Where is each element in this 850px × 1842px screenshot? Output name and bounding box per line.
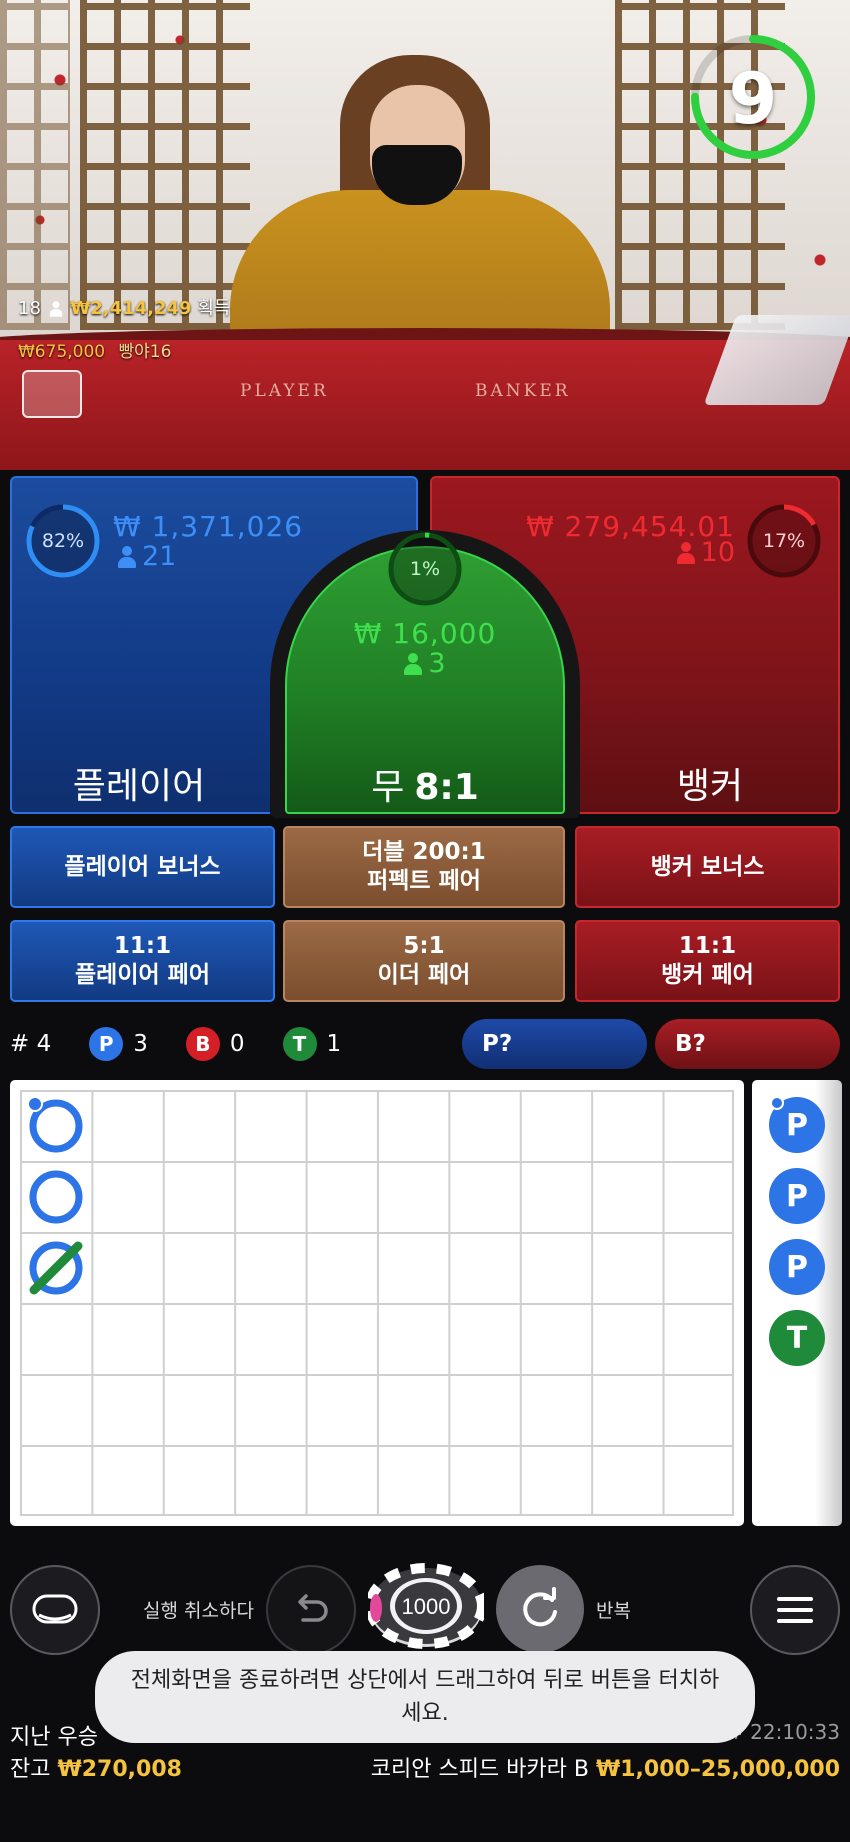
player-bettor-count: 21 (118, 541, 176, 572)
last-winner-ticker: 18 ₩2,414,249 획득 (18, 294, 230, 320)
countdown-number: 9 (728, 58, 778, 140)
winner-rank: 18 (18, 298, 41, 319)
road-player-mark (29, 1170, 83, 1224)
round-statistics: # 4 P 3 B 0 T 1 (10, 1022, 379, 1066)
repeat-label: 반복 (596, 1600, 631, 1622)
tie-total-amount: ₩ 16,000 (353, 617, 497, 650)
banker-bettor-count: 10 (600, 537, 735, 568)
game-screen: PLAYER BANKER 18 ₩2,414,249 획득 ₩675,000 … (0, 0, 850, 1842)
undo-label: 실행 취소하다 (143, 1600, 254, 1622)
tie-label: 무 8:1 (371, 767, 479, 808)
round-number: # 4 (10, 1031, 52, 1057)
bead-pair-dot (770, 1096, 784, 1110)
winner-amount: ₩2,414,249 (70, 298, 192, 319)
player-label: 플레이어 (72, 766, 206, 807)
player-win-count: 3 (133, 1031, 148, 1057)
player-total-amount: ₩ 1,371,026 (113, 510, 304, 543)
player-percent: 82% (41, 530, 85, 552)
last-winner-label: 지난 우승 (10, 1725, 98, 1750)
road-pair-dot (27, 1096, 43, 1112)
player-pair-bet[interactable]: 11:1 플레이어 페어 (10, 920, 275, 1002)
banker-win-count: 0 (229, 1031, 245, 1057)
balance-value: ₩270,008 (57, 1757, 182, 1782)
bead-road[interactable]: P P P T (752, 1080, 842, 1526)
balance-label: 잔고 (10, 1757, 51, 1782)
tie-win-count: 1 (326, 1031, 342, 1057)
winner-username: 빵야16 (118, 342, 172, 362)
game-name: 코리안 스피드 바카라 B (370, 1757, 589, 1782)
glass (22, 370, 82, 418)
lobby-button[interactable] (10, 1565, 100, 1655)
lattice-screen-left (80, 0, 250, 330)
chip-value: 1000 (402, 1594, 451, 1619)
hamburger-icon (777, 1597, 813, 1623)
banker-pair-bet[interactable]: 11:1 뱅커 페어 (575, 920, 840, 1002)
tie-bettor-count: 3 (285, 648, 565, 679)
player-win-icon: P (89, 1027, 124, 1061)
table-info: 코리안 스피드 바카라 B ₩1,000–25,000,000 (371, 1751, 840, 1783)
winner-label: 획득 (197, 298, 231, 319)
banker-label: 뱅커 (676, 766, 744, 807)
user-icon (118, 545, 136, 568)
table-icon (32, 1594, 78, 1624)
banker-win-icon: B (185, 1027, 220, 1061)
banker-bonus-bet[interactable]: 뱅커 보너스 (575, 826, 840, 908)
tie-win-icon: T (282, 1027, 317, 1061)
repeat-icon (523, 1587, 557, 1627)
road-grid (20, 1090, 734, 1516)
tie-percent: 1% (409, 558, 441, 580)
user-icon (676, 541, 695, 564)
bead-player: P (769, 1239, 825, 1295)
user-icon (404, 652, 423, 675)
big-road[interactable] (10, 1080, 744, 1526)
either-pair-bet[interactable]: 5:1 이더 페어 (283, 920, 565, 1002)
table-player-text: PLAYER (240, 381, 329, 401)
player-bonus-bet[interactable]: 플레이어 보너스 (10, 826, 275, 908)
perfect-pair-bet[interactable]: 더블 200:1 퍼펙트 페어 (283, 826, 565, 908)
chip-selector[interactable]: 1000 (368, 1563, 484, 1649)
bet-limits: ₩1,000–25,000,000 (595, 1757, 840, 1782)
fullscreen-toast: 전체화면을 종료하려면 상단에서 드래그하여 뒤로 버튼을 터치하세요. (95, 1651, 755, 1743)
table-banker-text: BANKER (475, 381, 571, 401)
predict-banker-button[interactable]: B? (655, 1019, 840, 1069)
undo-icon (298, 1594, 328, 1622)
banker-percent: 17% (762, 530, 806, 552)
repeat-button[interactable] (496, 1565, 584, 1653)
live-video: PLAYER BANKER 18 ₩2,414,249 획득 ₩675,000 … (0, 0, 850, 470)
last-winner-detail: ₩675,000 빵야16 (18, 337, 171, 362)
bead-tie: T (769, 1310, 825, 1366)
undo-button[interactable] (266, 1565, 356, 1655)
predict-player-button[interactable]: P? (462, 1019, 647, 1069)
bead-player: P (769, 1168, 825, 1224)
winner-bet-amount: ₩675,000 (18, 342, 106, 362)
menu-button[interactable] (750, 1565, 840, 1655)
balance: 잔고 ₩270,008 (10, 1751, 182, 1783)
user-icon (49, 301, 62, 317)
road-marks (27, 1096, 83, 1295)
